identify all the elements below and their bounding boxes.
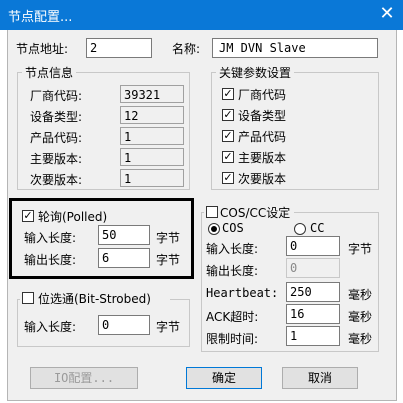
minor-version-label: 次要版本: bbox=[30, 173, 83, 187]
major-version-value: 1 bbox=[120, 148, 184, 166]
vendor-code-label: 厂商代码: bbox=[30, 89, 83, 103]
polled-checkbox[interactable]: ✓ bbox=[22, 210, 34, 222]
cc-radio-label: CC bbox=[310, 221, 325, 235]
vendor-code-value: 39321 bbox=[120, 85, 184, 103]
product-code-label: 产品代码: bbox=[30, 131, 83, 145]
cos-output-length-input: 0 bbox=[286, 258, 340, 278]
cos-output-length-label: 输出长度: bbox=[206, 264, 259, 278]
polled-output-unit: 字节 bbox=[156, 253, 181, 267]
bitstrobed-input-unit: 字节 bbox=[156, 320, 181, 334]
limit-time-label: 限制时间: bbox=[206, 332, 259, 346]
node-address-input[interactable]: 2 bbox=[86, 38, 152, 58]
close-icon[interactable]: ✕ bbox=[376, 3, 398, 25]
io-config-button[interactable]: IO配置... bbox=[30, 367, 138, 389]
limit-time-unit: 毫秒 bbox=[348, 332, 373, 346]
key-devtype-checkbox[interactable]: ✓ bbox=[222, 109, 234, 121]
key-params-group bbox=[211, 72, 379, 190]
cos-checkbox[interactable] bbox=[206, 206, 218, 218]
key-vendor-checkbox[interactable]: ✓ bbox=[222, 88, 234, 100]
device-type-label: 设备类型: bbox=[30, 110, 83, 124]
node-info-legend: 节点信息 bbox=[22, 64, 77, 81]
heartbeat-unit: 毫秒 bbox=[348, 288, 373, 302]
cancel-button[interactable]: 取消 bbox=[282, 367, 358, 389]
key-major-checkbox[interactable]: ✓ bbox=[222, 151, 234, 163]
polled-output-length-label: 输出长度: bbox=[24, 253, 77, 267]
ok-button[interactable]: 确定 bbox=[186, 367, 262, 389]
ack-timeout-label: ACK超时: bbox=[206, 310, 259, 324]
key-minor-checkbox[interactable]: ✓ bbox=[222, 172, 234, 184]
cos-input-length-label: 输入长度: bbox=[206, 242, 259, 256]
major-version-label: 主要版本: bbox=[30, 152, 83, 166]
device-type-value: 12 bbox=[120, 106, 184, 124]
cos-label: COS/CC设定 bbox=[220, 206, 291, 220]
polled-input-unit: 字节 bbox=[156, 231, 181, 245]
bitstrobed-input-length-label: 输入长度: bbox=[24, 320, 77, 334]
key-product-label: 产品代码 bbox=[238, 130, 287, 144]
cos-radio[interactable] bbox=[208, 223, 220, 235]
polled-input-length-input[interactable]: 50 bbox=[98, 225, 150, 245]
bitstrobed-checkbox[interactable] bbox=[22, 292, 34, 304]
cos-radio-label: COS bbox=[222, 221, 244, 235]
bitstrobed-input-length-input[interactable]: 0 bbox=[98, 315, 150, 335]
polled-output-length-input[interactable]: 6 bbox=[98, 248, 150, 268]
key-minor-label: 次要版本 bbox=[238, 172, 287, 186]
polled-input-length-label: 输入长度: bbox=[24, 231, 77, 245]
cos-input-length-input[interactable]: 0 bbox=[286, 236, 340, 256]
key-product-checkbox[interactable]: ✓ bbox=[222, 130, 234, 142]
polled-label: 轮询(Polled) bbox=[38, 210, 108, 224]
minor-version-value: 1 bbox=[120, 169, 184, 187]
key-devtype-label: 设备类型 bbox=[238, 109, 287, 123]
bitstrobed-label: 位选通(Bit-Strobed) bbox=[38, 292, 151, 306]
heartbeat-input[interactable]: 250 bbox=[286, 282, 340, 302]
key-params-legend: 关键参数设置 bbox=[216, 64, 295, 81]
name-label: 名称: bbox=[172, 42, 201, 56]
ack-timeout-input[interactable]: 16 bbox=[286, 304, 340, 324]
product-code-value: 1 bbox=[120, 127, 184, 145]
key-major-label: 主要版本 bbox=[238, 151, 287, 165]
heartbeat-label: Heartbeat: bbox=[206, 286, 279, 300]
cc-radio[interactable] bbox=[294, 223, 306, 235]
node-address-label: 节点地址: bbox=[16, 42, 69, 56]
ack-timeout-unit: 毫秒 bbox=[348, 310, 373, 324]
limit-time-input[interactable]: 1 bbox=[286, 326, 340, 346]
key-vendor-label: 厂商代码 bbox=[238, 88, 287, 102]
window-title: 节点配置... bbox=[8, 10, 73, 25]
cos-input-unit: 字节 bbox=[348, 242, 373, 256]
name-input[interactable]: JM DVN Slave bbox=[212, 38, 378, 58]
